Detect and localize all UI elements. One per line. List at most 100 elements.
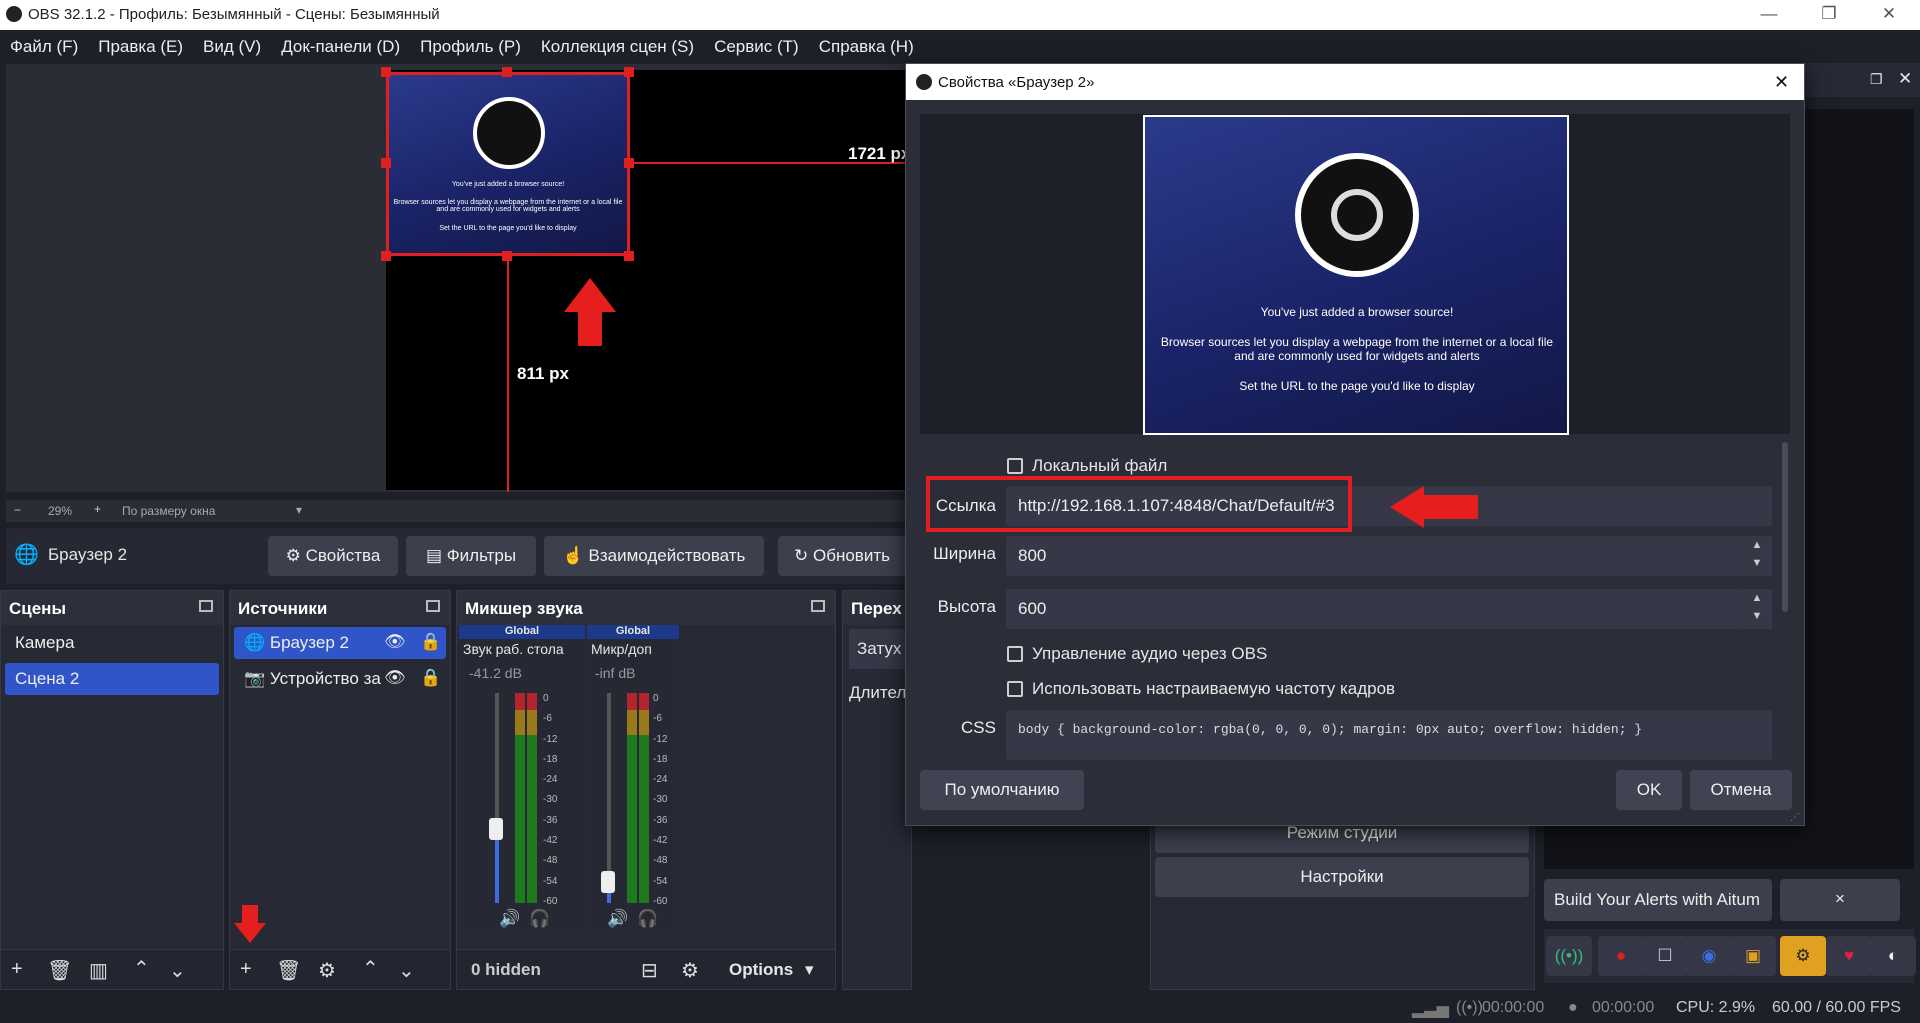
resize-handle[interactable]	[624, 67, 634, 77]
add-source-icon[interactable]: +	[240, 958, 252, 981]
properties-button[interactable]: ⚙ Свойства	[268, 536, 398, 576]
record-icon[interactable]: ●	[1598, 936, 1644, 976]
browser-source-thumbnail[interactable]: You've just added a browser source! Brow…	[386, 72, 630, 256]
menu-profile[interactable]: Профиль (P)	[410, 30, 531, 57]
menu-scene-collection[interactable]: Коллекция сцен (S)	[531, 30, 704, 57]
menu-tools[interactable]: Сервис (T)	[704, 30, 809, 57]
zoom-mode-select[interactable]: По размеру окна	[122, 504, 215, 518]
broadcast-icon[interactable]: ((•))	[1546, 936, 1592, 976]
eye-icon[interactable]: 👁	[384, 668, 406, 688]
headphones-icon[interactable]: 🎧	[529, 909, 550, 929]
channel-name[interactable]: Микр/доп	[591, 641, 679, 657]
height-input[interactable]: 600	[1006, 589, 1742, 629]
defaults-button[interactable]: По умолчанию	[920, 770, 1084, 810]
close-dialog-icon[interactable]: ✕	[1774, 72, 1789, 93]
resize-grip-icon[interactable]: ⋰	[1790, 812, 1800, 823]
level-meter	[515, 693, 525, 903]
chevron-up-icon[interactable]: ⌃	[133, 956, 150, 981]
obs-logo-icon[interactable]: ◐	[1870, 936, 1916, 976]
channel-name[interactable]: Звук раб. стола	[463, 641, 583, 657]
status-bar: ▂▃▅ ((•)) 00:00:00 ● 00:00:00 CPU: 2.9% …	[0, 994, 1920, 1023]
interact-button[interactable]: ☝ Взаимодействовать	[544, 536, 764, 576]
maximize-button[interactable]: ❐	[1814, 4, 1844, 24]
globe-icon: 🌐	[244, 633, 266, 652]
close-window-button[interactable]: ✕	[1874, 4, 1904, 24]
audio-control-checkbox[interactable]	[1007, 646, 1023, 662]
transition-select[interactable]: Затух	[849, 629, 913, 669]
chevron-down-icon[interactable]: ▾	[296, 503, 302, 517]
options-button[interactable]: Options	[729, 960, 793, 980]
width-spinner[interactable]: ▲ ▼	[1742, 536, 1772, 576]
chevron-down-icon[interactable]: ⌄	[398, 958, 415, 983]
custom-fps-checkbox[interactable]	[1007, 681, 1023, 697]
lock-icon[interactable]: 🔒	[420, 632, 441, 652]
menu-edit[interactable]: Правка (E)	[88, 30, 193, 57]
zoom-out-button[interactable]: −	[14, 503, 21, 517]
close-aitum-button[interactable]: ×	[1780, 879, 1900, 921]
resize-handle[interactable]	[381, 158, 391, 168]
undock-icon[interactable]	[426, 600, 440, 612]
speaker-icon[interactable]: 🔊	[499, 909, 520, 929]
scene-item[interactable]: Сцена 2	[5, 663, 219, 695]
source-item-device[interactable]: 📷 Устройство за 👁 🔒	[234, 663, 446, 695]
local-file-checkbox[interactable]	[1007, 458, 1023, 474]
db-scale: 0 -6 -12 -18 -24 -30 -36 -42 -48 -54 -60	[653, 693, 668, 907]
gear-icon[interactable]: ⚙	[1780, 936, 1826, 976]
undock-icon[interactable]	[811, 600, 825, 612]
gear-icon[interactable]: ⚙	[318, 958, 336, 983]
chevron-down-icon[interactable]: ⌄	[169, 958, 186, 983]
ok-button[interactable]: OK	[1616, 770, 1682, 810]
width-distance-label: 1721 px	[848, 144, 911, 163]
menu-file[interactable]: Файл (F)	[0, 30, 88, 57]
css-textarea[interactable]: body { background-color: rgba(0, 0, 0, 0…	[1006, 710, 1772, 760]
resize-handle[interactable]	[502, 67, 512, 77]
preview-text-2: Browser sources let you display a webpag…	[1160, 335, 1554, 363]
filters-button[interactable]: ▤ Фильтры	[406, 536, 536, 576]
local-file-label: Локальный файл	[1032, 456, 1168, 475]
scene-item[interactable]: Камера	[5, 627, 219, 659]
build-alerts-button[interactable]: Build Your Alerts with Aitum	[1544, 879, 1772, 921]
menu-view[interactable]: Вид (V)	[193, 30, 271, 57]
menu-help[interactable]: Справка (H)	[809, 30, 924, 57]
volume-slider-handle[interactable]	[489, 818, 503, 840]
chevron-up-icon[interactable]: ⌃	[362, 956, 379, 981]
heart-icon[interactable]: ♥	[1826, 936, 1872, 976]
dialog-scrollbar[interactable]	[1782, 442, 1788, 612]
height-spinner[interactable]: ▲ ▼	[1742, 589, 1772, 629]
zoom-level: 29%	[48, 504, 73, 518]
zoom-in-button[interactable]: +	[94, 502, 101, 516]
resize-handle[interactable]	[381, 251, 391, 261]
add-scene-icon[interactable]: +	[11, 958, 23, 981]
cancel-button[interactable]: Отмена	[1690, 770, 1792, 810]
virtual-camera-icon[interactable]: ▣	[1730, 936, 1776, 976]
chevron-down-icon[interactable]: ▾	[805, 960, 814, 980]
lock-icon[interactable]: 🔒	[420, 668, 441, 688]
resize-handle[interactable]	[381, 67, 391, 77]
trash-icon[interactable]: 🗑	[276, 958, 301, 983]
trash-icon[interactable]: 🗑	[47, 958, 72, 983]
undock-icon[interactable]: ❐	[1870, 71, 1883, 88]
eye-icon[interactable]: 👁	[384, 632, 406, 652]
refresh-button[interactable]: ↻ Обновить	[778, 536, 906, 576]
headphones-icon[interactable]: 🎧	[637, 909, 658, 929]
minimize-button[interactable]: —	[1754, 4, 1784, 24]
menu-docks[interactable]: Док-панели (D)	[271, 30, 410, 57]
undock-icon[interactable]	[199, 600, 213, 612]
resize-handle[interactable]	[624, 251, 634, 261]
scene-filters-icon[interactable]: ▥	[89, 958, 108, 983]
gear-icon[interactable]: ⚙	[681, 958, 699, 983]
source-item-browser[interactable]: 🌐 Браузер 2 👁 🔒	[234, 627, 446, 659]
interact-label: Взаимодействовать	[588, 546, 746, 565]
source-label: Браузер 2	[269, 633, 349, 652]
sources-dock: Источники 🌐 Браузер 2 👁 🔒 📷 Устройство з…	[229, 590, 451, 990]
volume-slider-handle[interactable]	[601, 871, 615, 893]
layout-icon[interactable]: ⊟	[641, 958, 658, 983]
speaker-icon[interactable]: 🔊	[607, 909, 628, 929]
signal-icon: ▂▃▅	[1412, 1001, 1449, 1018]
settings-button[interactable]: Настройки	[1155, 857, 1529, 897]
close-icon[interactable]: ✕	[1898, 69, 1912, 89]
replay-icon[interactable]: ◉	[1686, 936, 1732, 976]
menu-bar: Файл (F) Правка (E) Вид (V) Док-панели (D) П…	[0, 30, 1920, 62]
width-input[interactable]: 800	[1006, 536, 1742, 576]
stop-icon[interactable]: ☐	[1642, 936, 1688, 976]
